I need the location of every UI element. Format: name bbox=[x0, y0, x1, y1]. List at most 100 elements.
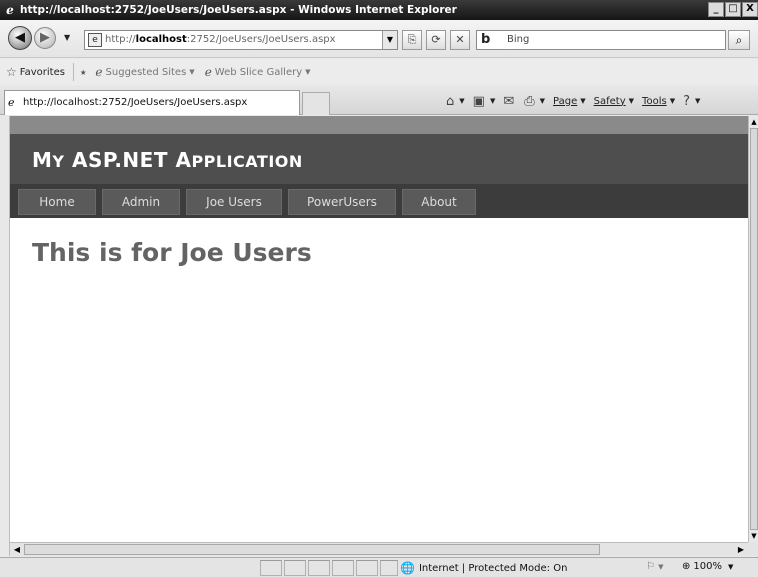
window-controls: _ □ X bbox=[707, 2, 758, 17]
favorite-label: Suggested Sites bbox=[105, 66, 187, 78]
chevron-down-icon: ▼ bbox=[459, 97, 465, 105]
chevron-down-icon: ▼ bbox=[727, 562, 734, 571]
menu-item-powerusers[interactable]: PowerUsers bbox=[288, 189, 396, 215]
menu-item-about[interactable]: About bbox=[402, 189, 476, 215]
viewport-border bbox=[0, 116, 10, 556]
scroll-left-icon[interactable]: ◀ bbox=[10, 543, 24, 556]
menu-item-admin[interactable]: Admin bbox=[102, 189, 180, 215]
safety-menu-label: Safety bbox=[593, 95, 626, 107]
title-bar: ℯ http://localhost:2752/JoeUsers/JoeUser… bbox=[0, 0, 758, 20]
forward-button[interactable]: ▶ bbox=[34, 27, 56, 49]
chevron-down-icon: ▼ bbox=[489, 97, 496, 105]
feeds-button[interactable]: ▣ ▼ bbox=[473, 94, 496, 109]
chevron-down-icon: ▼ bbox=[305, 68, 311, 76]
security-zone[interactable]: 🌐 Internet | Protected Mode: On bbox=[400, 561, 567, 575]
search-icon[interactable]: ⌕ bbox=[728, 30, 750, 50]
add-to-favorites-bar-button[interactable]: ⭑ bbox=[80, 65, 89, 80]
back-button[interactable]: ◀ bbox=[8, 26, 32, 50]
status-cell bbox=[356, 560, 378, 576]
chevron-down-icon: ▼ bbox=[539, 97, 546, 105]
home-icon: ⌂ bbox=[446, 93, 455, 109]
search-provider: Bing bbox=[507, 34, 530, 45]
home-button[interactable]: ⌂ ▼ bbox=[446, 94, 465, 109]
favorites-button[interactable]: ☆ Favorites bbox=[6, 65, 65, 79]
add-favorite-icon: ⭑ bbox=[79, 64, 87, 79]
page-viewport: MY ASP.NET APPLICATION Home Admin Joe Us… bbox=[10, 116, 748, 542]
safety-menu[interactable]: Safety ▼ bbox=[594, 96, 634, 107]
tab-label: http://localhost:2752/JoeUsers/JoeUsers.… bbox=[23, 97, 248, 108]
mail-icon: ✉ bbox=[503, 93, 515, 109]
vertical-scrollbar[interactable]: ▲ ▼ bbox=[748, 116, 758, 542]
protected-mode-button[interactable]: ⚐ ▼ bbox=[646, 561, 664, 572]
read-mail-button[interactable]: ✉ bbox=[503, 94, 516, 109]
stop-icon[interactable]: ✕ bbox=[450, 30, 470, 50]
command-bar: ⌂ ▼ ▣ ▼ ✉ ⎙ ▼ Page ▼ Safety ▼ Tools ▼ ? ▼ bbox=[446, 91, 708, 111]
help-menu[interactable]: ? ▼ bbox=[683, 94, 700, 109]
page-menu[interactable]: Page ▼ bbox=[553, 96, 586, 107]
ie-logo-icon: ℯ bbox=[6, 3, 14, 17]
tab-active[interactable]: ℯ http://localhost:2752/JoeUsers/JoeUser… bbox=[4, 90, 300, 115]
security-zone-label: Internet | Protected Mode: On bbox=[418, 562, 568, 574]
menu-item-home[interactable]: Home bbox=[18, 189, 96, 215]
horizontal-scrollbar[interactable]: ◀ ▶ bbox=[10, 542, 748, 556]
app-title-part: M bbox=[32, 148, 53, 172]
refresh-icon[interactable]: ⟳ bbox=[426, 30, 446, 50]
navigation-toolbar: ◀ ▶ ▼ e http://localhost:2752/JoeUsers/J… bbox=[0, 20, 758, 58]
page-menu-label: Page bbox=[553, 95, 578, 107]
scroll-up-icon[interactable]: ▲ bbox=[749, 116, 758, 128]
tools-menu-label: Tools bbox=[642, 95, 667, 107]
globe-icon: 🌐 bbox=[400, 561, 415, 575]
scroll-down-icon[interactable]: ▼ bbox=[749, 530, 758, 542]
search-input[interactable]: b Bing bbox=[476, 30, 726, 50]
page-heading: This is for Joe Users bbox=[32, 238, 312, 267]
status-cell bbox=[380, 560, 398, 576]
site-menu: Home Admin Joe Users PowerUsers About bbox=[10, 184, 748, 218]
chevron-down-icon: ▼ bbox=[628, 97, 635, 105]
horizontal-scroll-thumb[interactable] bbox=[24, 544, 600, 555]
shield-icon: ⚐ bbox=[646, 561, 655, 572]
app-title-part: A bbox=[175, 148, 192, 172]
scroll-right-icon[interactable]: ▶ bbox=[734, 543, 748, 556]
chevron-down-icon: ▼ bbox=[669, 97, 676, 105]
status-bar: 🌐 Internet | Protected Mode: On ⚐ ▼ ⊕ 10… bbox=[0, 557, 758, 577]
vertical-scroll-thumb[interactable] bbox=[750, 128, 758, 530]
app-title: MY ASP.NET APPLICATION bbox=[32, 148, 303, 172]
app-title-part: Y bbox=[52, 152, 65, 171]
zoom-control[interactable]: ⊕ 100% ▼ bbox=[682, 561, 733, 572]
favorite-suggested-sites[interactable]: ℯ Suggested Sites ▼ bbox=[95, 65, 194, 79]
print-button[interactable]: ⎙ ▼ bbox=[524, 94, 545, 109]
favorites-label: Favorites bbox=[19, 66, 65, 78]
tools-menu[interactable]: Tools ▼ bbox=[642, 96, 675, 107]
divider bbox=[72, 63, 74, 81]
url-path: :2752/JoeUsers/JoeUsers.aspx bbox=[186, 34, 336, 45]
chevron-down-icon: ▼ bbox=[580, 97, 586, 105]
help-icon: ? bbox=[683, 93, 690, 109]
favorite-web-slice-gallery[interactable]: ℯ Web Slice Gallery ▼ bbox=[205, 65, 311, 79]
address-dropdown-icon[interactable]: ▼ bbox=[382, 31, 397, 49]
recent-pages-dropdown-icon[interactable]: ▼ bbox=[64, 33, 70, 42]
chevron-down-icon: ▼ bbox=[189, 68, 195, 76]
chevron-down-icon: ▼ bbox=[658, 563, 664, 571]
url-prefix: http:// bbox=[105, 34, 136, 45]
star-icon: ☆ bbox=[6, 65, 17, 79]
compatibility-view-icon[interactable]: ⎘ bbox=[402, 30, 422, 50]
page-top-band bbox=[10, 116, 748, 134]
new-tab-button[interactable] bbox=[302, 92, 330, 115]
minimize-button[interactable]: _ bbox=[708, 2, 724, 17]
printer-icon: ⎙ bbox=[524, 93, 535, 109]
favorites-bar: ☆ Favorites ⭑ ℯ Suggested Sites ▼ ℯ Web … bbox=[0, 59, 758, 85]
address-input[interactable]: e http://localhost:2752/JoeUsers/JoeUser… bbox=[84, 30, 398, 50]
bing-logo-icon: b bbox=[481, 32, 491, 47]
rss-icon: ▣ bbox=[472, 93, 485, 109]
scrollbar-corner bbox=[748, 542, 758, 556]
zoom-icon: ⊕ bbox=[682, 561, 691, 572]
chevron-down-icon: ▼ bbox=[694, 97, 701, 105]
close-button[interactable]: X bbox=[742, 2, 758, 17]
app-title-part: PPLICATION bbox=[191, 152, 303, 171]
ie-icon: ℯ bbox=[95, 65, 103, 79]
url-host: localhost bbox=[135, 34, 187, 45]
menu-item-joe-users[interactable]: Joe Users bbox=[186, 189, 282, 215]
tab-bar: ℯ http://localhost:2752/JoeUsers/JoeUser… bbox=[0, 85, 758, 115]
restore-button[interactable]: □ bbox=[725, 2, 741, 17]
site-header: MY ASP.NET APPLICATION bbox=[10, 134, 748, 184]
